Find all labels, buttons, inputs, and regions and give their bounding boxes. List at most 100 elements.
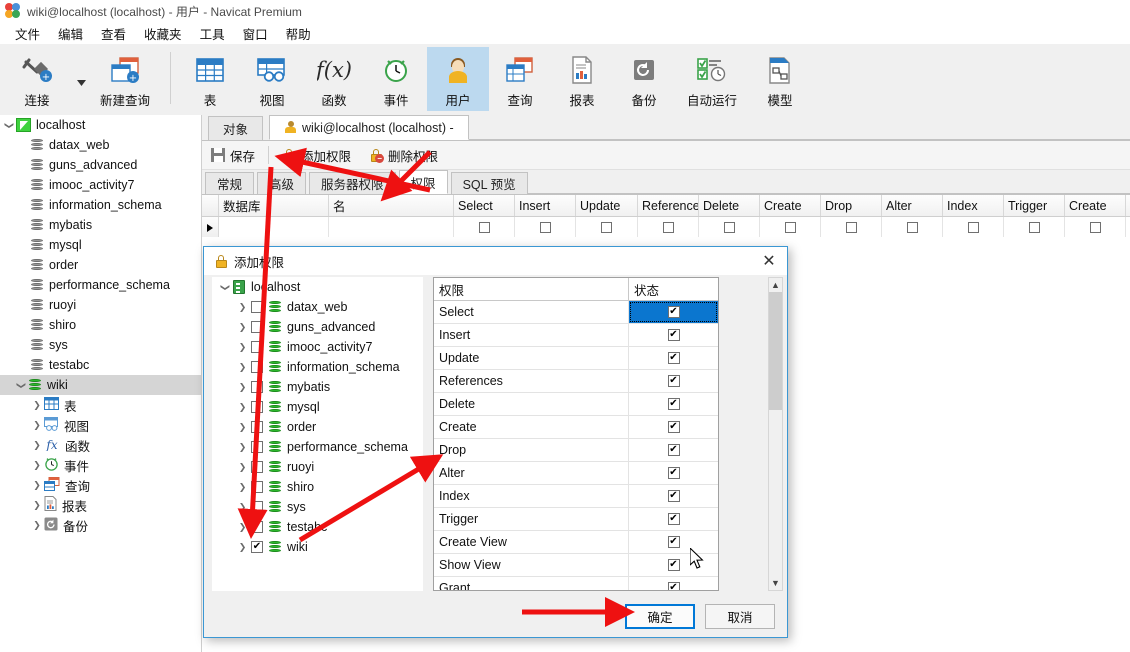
- privilege-state-cell[interactable]: ✔: [629, 324, 718, 346]
- checkbox-unchecked[interactable]: [723, 222, 735, 233]
- toolbar-button-connection[interactable]: + 连接: [0, 47, 74, 111]
- tab-server-privileges[interactable]: 服务器权限: [309, 172, 396, 194]
- menu-item-tools[interactable]: 工具: [191, 22, 234, 45]
- checkbox-unchecked[interactable]: [251, 481, 263, 493]
- menu-item-edit[interactable]: 编辑: [49, 22, 92, 45]
- expand-chevron-down-icon[interactable]: ❯: [216, 283, 233, 292]
- menu-item-window[interactable]: 窗口: [234, 22, 277, 45]
- sidebar-item-database[interactable]: information_schema: [0, 195, 201, 215]
- privilege-row[interactable]: Create ✔: [434, 416, 718, 439]
- dialog-privileges-list[interactable]: 权限 状态 Select ✔ Insert ✔ Update ✔ Referen…: [433, 277, 719, 591]
- toolbar-button-event[interactable]: 事件: [365, 47, 427, 111]
- grid-column-header-create-view[interactable]: Create: [1065, 195, 1126, 216]
- checkbox-checked[interactable]: ✔: [667, 513, 680, 525]
- privilege-row[interactable]: Create View ✔: [434, 531, 718, 554]
- checkbox-unchecked[interactable]: [251, 521, 263, 533]
- grid-cell-create-view[interactable]: [1065, 217, 1126, 237]
- sidebar-item-database[interactable]: testabc: [0, 355, 201, 375]
- expand-chevron-right-icon[interactable]: ❯: [234, 402, 251, 412]
- privilege-row[interactable]: Insert ✔: [434, 324, 718, 347]
- dialog-tree-item[interactable]: ❯ shiro: [212, 477, 423, 497]
- scroll-down-arrow-icon[interactable]: ▼: [769, 576, 782, 590]
- expand-chevron-down-icon[interactable]: ❯: [2, 121, 16, 130]
- sidebar-item-localhost[interactable]: ❯ localhost: [0, 115, 201, 135]
- dialog-tree-item[interactable]: ❯ guns_advanced: [212, 317, 423, 337]
- sidebar-item-wiki-reports[interactable]: ❯ 报表: [0, 495, 201, 515]
- grid-column-header-trigger[interactable]: Trigger: [1004, 195, 1065, 216]
- privilege-state-cell[interactable]: ✔: [629, 439, 718, 461]
- sidebar-item-wiki[interactable]: ❯ wiki: [0, 375, 201, 395]
- grid-column-header-index[interactable]: Index: [943, 195, 1004, 216]
- dialog-tree-item[interactable]: ❯ datax_web: [212, 297, 423, 317]
- expand-chevron-right-icon[interactable]: ❯: [30, 460, 44, 470]
- checkbox-checked[interactable]: ✔: [667, 329, 680, 341]
- privilege-row[interactable]: Delete ✔: [434, 393, 718, 416]
- grid-column-header-alter[interactable]: Alter: [882, 195, 943, 216]
- close-icon[interactable]: ✕: [751, 248, 787, 274]
- grid-column-header-select[interactable]: Select: [454, 195, 515, 216]
- privileges-data-grid[interactable]: 数据库 名 Select Insert Update Reference Del…: [202, 195, 1130, 237]
- dialog-tree-root-localhost[interactable]: ❯ localhost: [212, 277, 423, 297]
- privilege-state-cell[interactable]: ✔: [629, 393, 718, 415]
- grid-column-header-delete[interactable]: Delete: [699, 195, 760, 216]
- dialog-tree-item[interactable]: ❯ ruoyi: [212, 457, 423, 477]
- checkbox-checked[interactable]: ✔: [251, 541, 263, 553]
- dialog-tree-item[interactable]: ❯ information_schema: [212, 357, 423, 377]
- checkbox-unchecked[interactable]: [845, 222, 857, 233]
- dialog-tree-item[interactable]: ❯ mysql: [212, 397, 423, 417]
- ok-button[interactable]: 确定: [625, 603, 695, 629]
- tab-user-editor[interactable]: wiki@localhost (localhost) -: [269, 115, 469, 140]
- checkbox-unchecked[interactable]: [539, 222, 551, 233]
- expand-chevron-right-icon[interactable]: ❯: [234, 342, 251, 352]
- menu-item-favorites[interactable]: 收藏夹: [135, 22, 191, 45]
- sidebar-item-wiki-functions[interactable]: ❯ fx 函数: [0, 435, 201, 455]
- toolbar-button-table[interactable]: 表: [179, 47, 241, 111]
- checkbox-unchecked[interactable]: [251, 301, 263, 313]
- privilege-state-cell[interactable]: ✔: [629, 370, 718, 392]
- expand-chevron-right-icon[interactable]: ❯: [234, 502, 251, 512]
- checkbox-checked[interactable]: ✔: [667, 352, 680, 364]
- checkbox-unchecked[interactable]: [906, 222, 918, 233]
- grid-cell-name[interactable]: [329, 217, 454, 237]
- toolbar-button-query[interactable]: 查询: [489, 47, 551, 111]
- checkbox-unchecked[interactable]: [251, 441, 263, 453]
- privilege-row[interactable]: Alter ✔: [434, 462, 718, 485]
- checkbox-unchecked[interactable]: [251, 321, 263, 333]
- sidebar-item-wiki-events[interactable]: ❯ 事件: [0, 455, 201, 475]
- sidebar-item-database[interactable]: imooc_activity7: [0, 175, 201, 195]
- sidebar-item-wiki-backups[interactable]: ❯ 备份: [0, 515, 201, 535]
- save-button[interactable]: 保存: [202, 144, 264, 167]
- privilege-state-cell[interactable]: ✔: [629, 462, 718, 484]
- checkbox-checked[interactable]: ✔: [667, 398, 680, 410]
- grid-cell-insert[interactable]: [515, 217, 576, 237]
- grid-cell-select[interactable]: [454, 217, 515, 237]
- grid-column-header-name[interactable]: 名: [329, 195, 454, 216]
- tab-advanced[interactable]: 高级: [257, 172, 307, 194]
- sidebar-item-database[interactable]: performance_schema: [0, 275, 201, 295]
- toolbar-button-new-query[interactable]: + 新建查询: [88, 47, 162, 111]
- menu-item-help[interactable]: 帮助: [277, 22, 320, 45]
- checkbox-unchecked[interactable]: [251, 401, 263, 413]
- sidebar-item-database[interactable]: order: [0, 255, 201, 275]
- privilege-state-cell[interactable]: ✔: [629, 577, 718, 590]
- checkbox-unchecked[interactable]: [478, 222, 490, 233]
- checkbox-unchecked[interactable]: [251, 501, 263, 513]
- grid-cell-delete[interactable]: [699, 217, 760, 237]
- checkbox-unchecked[interactable]: [662, 222, 674, 233]
- expand-chevron-right-icon[interactable]: ❯: [30, 440, 44, 450]
- grid-cell-database[interactable]: [219, 217, 329, 237]
- toolbar-button-user[interactable]: 用户: [427, 47, 489, 111]
- grid-column-header-reference[interactable]: Reference: [638, 195, 699, 216]
- expand-chevron-right-icon[interactable]: ❯: [234, 302, 251, 312]
- sidebar-item-database[interactable]: datax_web: [0, 135, 201, 155]
- grid-column-header-insert[interactable]: Insert: [515, 195, 576, 216]
- dialog-tree-item-wiki[interactable]: ❯ ✔ wiki: [212, 537, 423, 557]
- expand-chevron-right-icon[interactable]: ❯: [30, 520, 44, 530]
- checkbox-unchecked[interactable]: [251, 381, 263, 393]
- expand-chevron-right-icon[interactable]: ❯: [234, 482, 251, 492]
- expand-chevron-right-icon[interactable]: ❯: [234, 542, 251, 552]
- privilege-state-cell[interactable]: ✔: [629, 347, 718, 369]
- privilege-state-cell[interactable]: ✔: [629, 416, 718, 438]
- checkbox-checked[interactable]: ✔: [667, 306, 680, 318]
- toolbar-button-model[interactable]: 模型: [749, 47, 811, 111]
